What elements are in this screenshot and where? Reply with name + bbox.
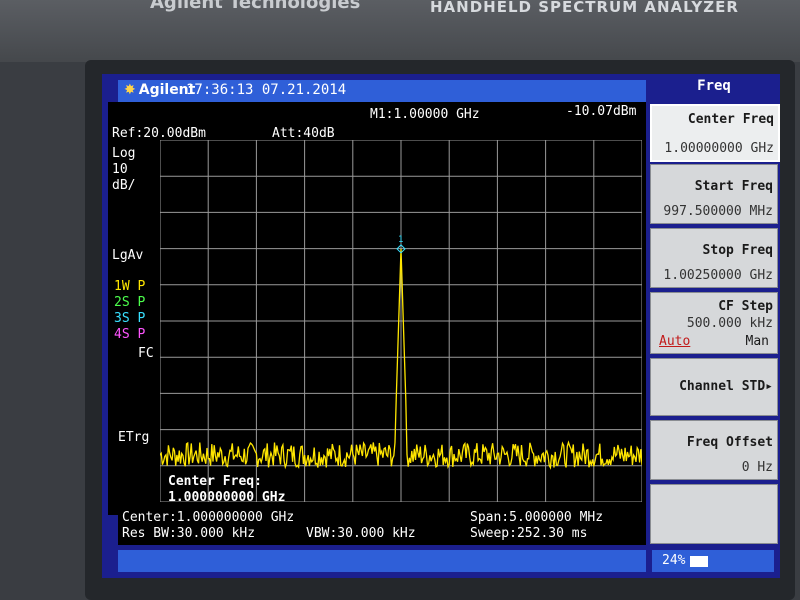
menu-title: Freq — [697, 78, 731, 94]
trace-4-key: 4S P — [114, 327, 146, 342]
measurement-footer: Center:1.000000000 GHz Span:5.000000 MHz… — [118, 510, 646, 545]
agilent-logo: ✸ Agilent — [124, 82, 195, 98]
spark-icon: ✸ — [124, 82, 136, 98]
timestamp: 17:36:13 07.21.2014 — [186, 82, 347, 98]
softkey-start-freq[interactable]: Start Freq 997.500000 MHz — [650, 164, 778, 224]
softkey-center-freq[interactable]: Center Freq 1.00000000 GHz — [650, 104, 780, 162]
span-readout: Span:5.000000 MHz — [470, 510, 604, 525]
submenu-arrow-icon: ▸ — [765, 379, 773, 394]
softkey-value: 1.00000000 GHz — [664, 141, 774, 156]
softkey-channel-std[interactable]: Channel STD▸ — [650, 358, 778, 416]
softkey-label: Stop Freq — [702, 243, 773, 258]
scale-mode: Log — [112, 146, 136, 161]
spectrum-plot: 1 — [160, 140, 642, 502]
channel-std-text: Channel STD — [679, 379, 766, 394]
softkey-label: Channel STD▸ — [679, 379, 773, 394]
softkey-value: 0 Hz — [741, 460, 773, 475]
vbw-readout: VBW:30.000 kHz — [306, 526, 416, 541]
softkey-cf-step[interactable]: CF Step 500.000 kHz Auto Man — [650, 292, 778, 354]
brand-logo: Agilent Technologies — [150, 0, 361, 13]
trace-3-key: 3S P — [114, 311, 146, 326]
softkey-blank[interactable] — [650, 484, 778, 544]
auto-man-toggle[interactable]: Auto Man — [659, 334, 769, 349]
softkey-freq-offset[interactable]: Freq Offset 0 Hz — [650, 420, 778, 480]
title-bar: ✸ Agilent 17:36:13 07.21.2014 — [118, 80, 646, 102]
trace-2-key: 2S P — [114, 295, 146, 310]
auto-option[interactable]: Auto — [659, 334, 690, 349]
battery-icon — [690, 556, 708, 567]
external-trigger-indicator: ETrg — [118, 430, 150, 445]
softkey-label: Center Freq — [687, 112, 774, 127]
battery-percent: 24% — [662, 553, 686, 568]
softkey-value: 1.00250000 GHz — [663, 268, 773, 283]
softkey-value: 500.000 kHz — [686, 316, 773, 331]
sweep-readout: Sweep:252.30 ms — [470, 526, 588, 541]
battery-status: 24% — [652, 550, 774, 572]
marker-number-label: 1 — [398, 235, 403, 245]
center-readout: Center:1.000000000 GHz — [122, 510, 295, 525]
scale-step: 10 — [112, 162, 128, 177]
reference-level: Ref:20.00dBm — [112, 126, 206, 141]
softkey-stop-freq[interactable]: Stop Freq 1.00250000 GHz — [650, 228, 778, 288]
softkey-label: Start Freq — [694, 179, 773, 194]
softkey-label: CF Step — [718, 299, 773, 314]
scale-unit: dB/ — [112, 178, 136, 193]
softkey-label: Freq Offset — [686, 435, 773, 450]
softkey-value: 997.500000 MHz — [663, 204, 773, 219]
instrument-bezel-top: Agilent Technologies HANDHELD SPECTRUM A… — [0, 0, 800, 62]
man-option[interactable]: Man — [746, 334, 769, 349]
marker-amplitude: -10.07dBm — [566, 104, 637, 119]
average-mode: LgAv — [112, 248, 144, 263]
res-bw-readout: Res BW:30.000 kHz — [122, 526, 256, 541]
fc-indicator: FC — [138, 346, 154, 361]
marker-frequency: M1:1.00000 GHz — [370, 107, 480, 122]
model-name: HANDHELD SPECTRUM ANALYZER — [430, 0, 739, 16]
attenuation: Att:40dB — [272, 126, 335, 141]
trace-1-key: 1W P — [114, 279, 146, 294]
status-bar — [118, 550, 646, 572]
